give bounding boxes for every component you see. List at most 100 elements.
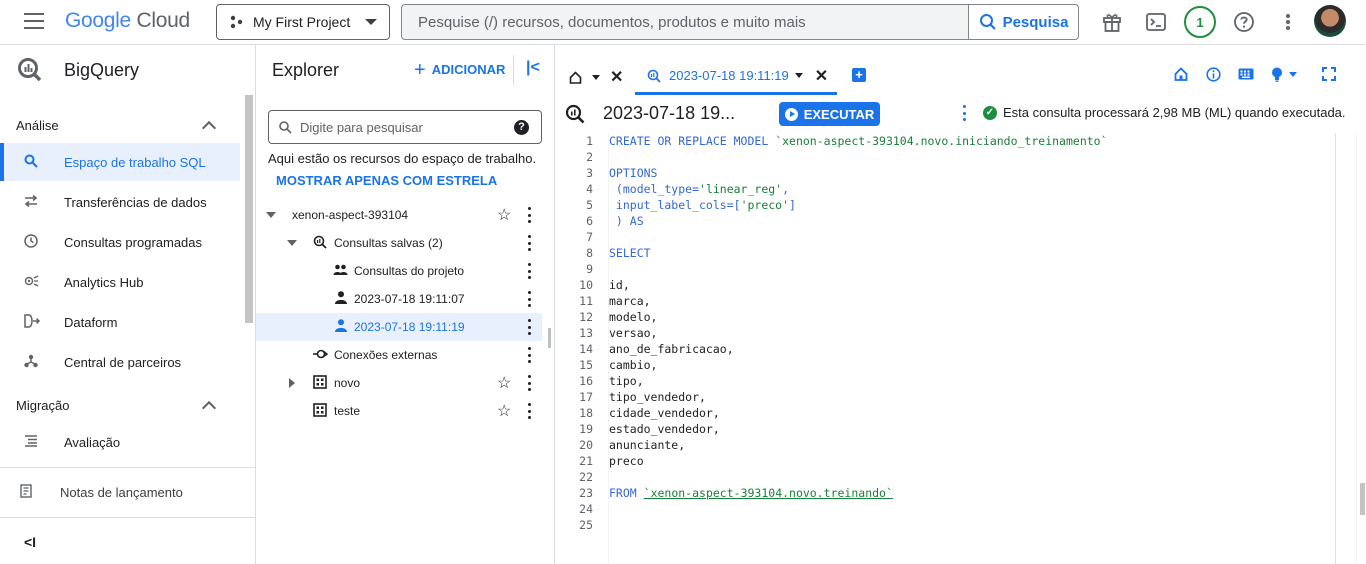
- query-title[interactable]: 2023-07-18 19...: [603, 103, 735, 124]
- more-vert-icon[interactable]: [528, 375, 532, 391]
- more-vert-icon[interactable]: [528, 235, 532, 251]
- nav-divider: [0, 517, 255, 518]
- nav-item-sql-workspace[interactable]: Espaço de trabalho SQL: [0, 143, 240, 181]
- tree-item-query[interactable]: 2023-07-18 19:11:07: [256, 285, 542, 313]
- explorer-resize-handle[interactable]: [548, 328, 551, 348]
- line-number: 5: [586, 198, 593, 212]
- google-cloud-logo[interactable]: Google Cloud: [65, 9, 190, 33]
- chevron-down-icon[interactable]: [592, 74, 600, 80]
- info-icon[interactable]: [1206, 67, 1221, 85]
- project-icon: [229, 15, 243, 29]
- nav-item-analytics-hub[interactable]: Analytics Hub: [0, 263, 240, 301]
- bulb-menu[interactable]: [1271, 67, 1297, 82]
- nav-item-dataform[interactable]: Dataform: [0, 303, 240, 341]
- more-vert-icon[interactable]: [528, 291, 532, 307]
- code-line: cambio,: [609, 358, 658, 372]
- gift-icon[interactable]: [1100, 10, 1124, 34]
- tree-item-query-selected[interactable]: 2023-07-18 19:11:19: [256, 313, 542, 341]
- nav-item-partner-center[interactable]: Central de parceiros: [0, 343, 240, 381]
- help-icon[interactable]: ?: [514, 119, 529, 135]
- nav-item-release-notes[interactable]: Notas de lançamento: [0, 473, 236, 511]
- editor-scrollbar[interactable]: [1356, 133, 1366, 564]
- chevron-down-icon[interactable]: [794, 73, 803, 78]
- code-line: id,: [609, 278, 630, 292]
- more-vert-icon[interactable]: [528, 207, 532, 223]
- tab-query[interactable]: 2023-07-18 19:11:19 ✕: [635, 59, 837, 95]
- run-button[interactable]: EXECUTAR: [779, 102, 880, 126]
- more-vert-icon[interactable]: [528, 403, 532, 419]
- tab-home[interactable]: ✕: [569, 67, 623, 87]
- menu-icon[interactable]: [24, 13, 44, 29]
- help-icon[interactable]: [1232, 10, 1256, 34]
- tree-item-dataset-teste[interactable]: teste ☆: [256, 397, 542, 425]
- line-number: 24: [579, 502, 593, 516]
- nav-item-label: Dataform: [64, 314, 118, 330]
- explorer-search-input[interactable]: Digite para pesquisar: [300, 120, 514, 135]
- more-vert-icon[interactable]: [963, 105, 967, 121]
- tree-item-external-connections[interactable]: Conexões externas: [256, 341, 542, 369]
- code-editor[interactable]: 1 2 3 4 5 6 7 8 9 10 11 12 13 14 15 16 17 18 19 20 21 22 23 24 2…: [555, 133, 1366, 564]
- notifications-badge[interactable]: 1: [1184, 6, 1216, 38]
- nav-item-label: Notas de lançamento: [60, 484, 183, 500]
- more-vert-icon[interactable]: [528, 347, 532, 363]
- search-input[interactable]: Pesquise (/) recursos, documentos, produ…: [402, 14, 968, 31]
- nav-item-data-transfers[interactable]: Transferências de dados: [0, 183, 240, 221]
- terminal-icon[interactable]: [1144, 10, 1168, 34]
- nav-item-scheduled-queries[interactable]: Consultas programadas: [0, 223, 240, 261]
- home-icon[interactable]: [1174, 67, 1188, 84]
- expand-arrow-icon[interactable]: [266, 212, 276, 218]
- more-vert-icon[interactable]: [528, 263, 532, 279]
- add-button[interactable]: + ADICIONAR: [414, 60, 505, 80]
- expand-arrow-icon[interactable]: [289, 378, 295, 388]
- project-picker[interactable]: My First Project: [216, 4, 390, 40]
- star-icon[interactable]: ☆: [497, 401, 511, 421]
- new-tab-icon[interactable]: +: [852, 68, 866, 82]
- code-lines[interactable]: CREATE OR REPLACE MODEL `xenon-aspect-39…: [609, 133, 1336, 533]
- keyboard-icon[interactable]: [1238, 67, 1254, 83]
- query-editor: ✕ 2023-07-18 19:11:19 ✕ + 2023-07-18 19.…: [555, 45, 1366, 564]
- sql-text: ,: [782, 182, 790, 196]
- tree-item-project[interactable]: xenon-aspect-393104 ☆: [256, 201, 542, 229]
- line-number: 17: [579, 390, 593, 404]
- close-icon[interactable]: ✕: [610, 67, 623, 87]
- search-button[interactable]: Pesquisa: [968, 5, 1078, 39]
- nav-divider: [0, 467, 255, 468]
- close-icon[interactable]: ✕: [815, 66, 828, 86]
- avatar[interactable]: [1314, 5, 1346, 37]
- explorer-search[interactable]: Digite para pesquisar ?: [268, 110, 542, 144]
- sql-keyword: CREATE OR REPLACE MODEL: [609, 134, 769, 148]
- tree-item-label: novo: [334, 376, 361, 390]
- chevron-up-icon[interactable]: [201, 400, 217, 416]
- section-migration[interactable]: Migração: [16, 398, 69, 413]
- line-number: 15: [579, 358, 593, 372]
- sql-keyword: SELECT: [609, 246, 651, 260]
- line-number: 18: [579, 406, 593, 420]
- collapse-nav-icon[interactable]: <I: [24, 534, 36, 550]
- tree-item-label: 2023-07-18 19:11:07: [354, 292, 465, 306]
- code-line: estado_vendedor,: [609, 422, 720, 436]
- more-vert-icon[interactable]: [528, 319, 532, 335]
- tree-item-saved-queries[interactable]: Consultas salvas (2): [256, 229, 542, 257]
- chevron-up-icon[interactable]: [201, 120, 217, 136]
- section-analysis[interactable]: Análise: [16, 118, 59, 133]
- nav-item-label: Central de parceiros: [64, 354, 182, 370]
- star-icon[interactable]: ☆: [497, 205, 511, 225]
- more-vert-icon[interactable]: [1276, 10, 1300, 34]
- tree-item-dataset-novo[interactable]: novo ☆: [256, 369, 542, 397]
- nav-item-assessment[interactable]: Avaliação: [0, 423, 240, 461]
- tree-item-project-queries[interactable]: Consultas do projeto: [256, 257, 542, 285]
- star-icon[interactable]: ☆: [497, 373, 511, 393]
- collapse-explorer-icon[interactable]: |<: [526, 59, 540, 77]
- expand-arrow-icon[interactable]: [287, 240, 297, 246]
- global-search[interactable]: Pesquise (/) recursos, documentos, produ…: [401, 4, 1079, 40]
- show-starred-link[interactable]: MOSTRAR APENAS COM ESTRELA: [276, 173, 497, 188]
- code-line: ano_de_fabricacao,: [609, 342, 734, 356]
- nav-scrollbar[interactable]: [245, 95, 253, 323]
- dataform-icon: [0, 313, 64, 331]
- chevron-down-icon: [1289, 72, 1297, 77]
- fullscreen-icon[interactable]: [1322, 67, 1336, 84]
- code-line: versao,: [609, 326, 658, 340]
